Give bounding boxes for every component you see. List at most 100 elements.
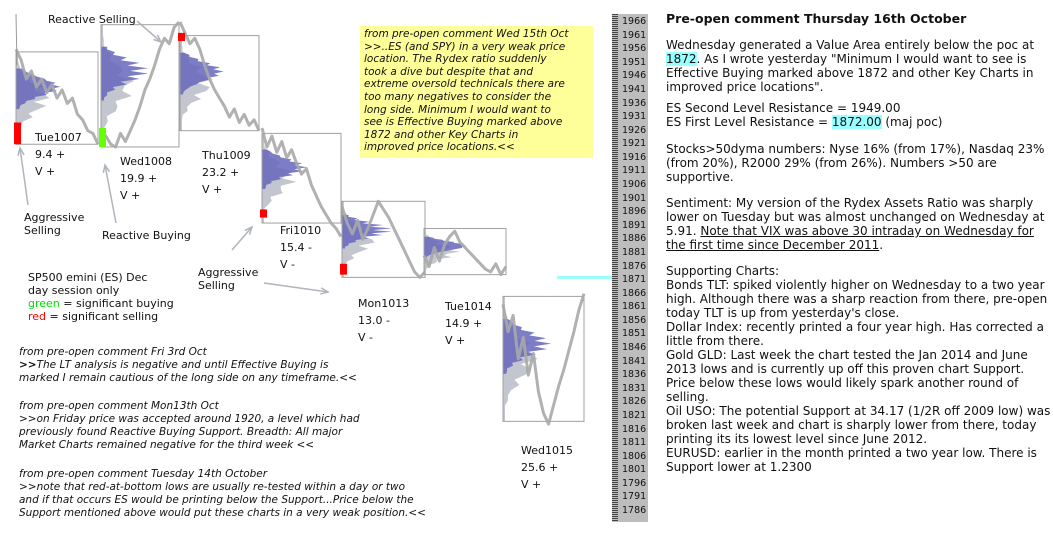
commentary-panel: Pre-open comment Thursday 16th October W… — [666, 12, 1051, 474]
y-tick-label: 1801 — [622, 464, 647, 476]
note-line-9: improved price locations.<< — [364, 141, 515, 154]
note-line-3: Support mentioned above would put these … — [19, 507, 426, 519]
session-volume: V + — [445, 334, 465, 347]
session-name: Tue1007 — [34, 131, 82, 144]
legend-item-red: red = significant selling — [28, 310, 159, 323]
y-tick-label: 1881 — [622, 246, 647, 258]
y-tick-label: 1906 — [622, 179, 647, 190]
note-line-5: too many negatives to consider the — [364, 90, 552, 103]
supporting-item: Dollar Index: recently printed a four ye… — [666, 320, 1044, 348]
supporting-item: Oil USO: The potential Support at 34.17 … — [666, 404, 1051, 446]
y-tick-label: 1806 — [622, 450, 647, 462]
supporting-item: Bonds TLT: spiked violently higher on We… — [666, 278, 1048, 320]
note-line-1: >>on Friday price was accepted around 19… — [19, 413, 360, 425]
legend-item-green: green = significant buying — [28, 297, 174, 310]
session-score: 19.9 + — [120, 172, 157, 185]
y-tick-label: 1821 — [622, 409, 647, 421]
note-line-3: took a dive but despite that and — [364, 65, 534, 78]
note-line-3: Market Charts remained negative for the … — [19, 439, 315, 451]
note-line-2: location. The Rydex ratio suddenly — [364, 53, 547, 66]
session-name: Wed1015 — [521, 444, 573, 457]
y-tick-label: 1901 — [622, 192, 647, 204]
note-line-1: >>..ES (and SPY) in a very weak price — [364, 40, 566, 53]
axis-ruler — [612, 14, 618, 522]
y-tick-label: 1871 — [622, 274, 647, 286]
price-axis: 1966 1961 1956 1951 1946 1941 1936 1931 1926 1921… — [612, 14, 648, 522]
y-tick-label: 1926 — [622, 124, 647, 136]
note-tue-14-oct: from pre-open comment Tuesday 14th Octob… — [19, 468, 426, 520]
y-tick-label: 1911 — [622, 165, 647, 177]
y-tick-label: 1966 — [622, 16, 647, 27]
annotation-aggressive-selling-2: Aggressive Selling — [198, 266, 259, 292]
session-volume: V + — [35, 165, 55, 178]
session-score: 15.4 - — [280, 241, 312, 254]
y-tick-label: 1866 — [622, 287, 647, 299]
commentary-breadth: Stocks>50dyma numbers: Nyse 16% (from 17… — [666, 142, 1045, 184]
y-tick-label: 1936 — [622, 97, 647, 109]
session-score: 14.9 + — [445, 317, 482, 330]
y-tick-label: 1846 — [622, 342, 647, 353]
y-tick-label: 1886 — [622, 233, 647, 245]
y-tick-label: 1876 — [622, 260, 647, 272]
y-tick-label: 1816 — [622, 423, 647, 435]
y-tick-label: 1856 — [622, 314, 647, 326]
session-volume: V + — [202, 183, 222, 196]
y-tick-label: 1896 — [622, 206, 647, 218]
commentary-value-area: Wednesday generated a Value Area entirel… — [666, 38, 1035, 94]
session-volume: V + — [120, 189, 140, 202]
session-volume: V - — [358, 331, 373, 344]
note-line-8: 1872 and other Key Charts in — [364, 128, 519, 141]
session-volume: V - — [280, 258, 295, 271]
y-tick-label: 1951 — [622, 56, 647, 68]
annotation-arrow — [263, 282, 329, 293]
y-tick-label: 1796 — [622, 477, 647, 489]
y-tick-label: 1861 — [622, 301, 647, 313]
session-score: 23.2 + — [202, 166, 239, 179]
y-tick-label: 1851 — [622, 328, 647, 340]
y-tick-label: 1826 — [622, 396, 647, 408]
commentary-resistance: ES Second Level Resistance = 1949.00 ES … — [666, 101, 943, 129]
session-name: Fri1010 — [280, 224, 321, 237]
session-volume: V + — [521, 478, 541, 491]
note-fri-3-oct: from pre-open comment Fri 3rd Oct >>The … — [19, 346, 357, 384]
session-name: Thu1009 — [201, 149, 251, 162]
signal-bar-green — [99, 127, 106, 147]
annotation-aggressive-selling-1: Aggressive Selling — [24, 211, 85, 237]
annotation-arrow — [231, 226, 253, 251]
y-tick-label: 1931 — [622, 111, 647, 123]
y-tick-label: 1921 — [622, 138, 647, 150]
supporting-item: Gold GLD: Last week the chart tested the… — [666, 348, 1028, 404]
y-tick-label: 1916 — [622, 151, 647, 163]
supporting-heading: Supporting Charts: — [666, 264, 780, 278]
annotation-arrow — [136, 20, 162, 43]
price-line — [422, 229, 508, 277]
supporting-item: EURUSD: earlier in the month printed a t… — [666, 446, 1037, 474]
commentary-title: Pre-open comment Thursday 16th October — [666, 11, 967, 26]
note-mon-13-oct: from pre-open comment Mon13th Oct >>on Fr… — [19, 400, 360, 452]
note-line-0: from pre-open comment Mon13th Oct — [19, 400, 219, 412]
y-tick-label: 1946 — [622, 70, 647, 82]
signal-bar-red — [260, 209, 267, 218]
note-line-0: from pre-open comment Wed 15th Oct — [364, 28, 569, 40]
signal-bar-red — [340, 263, 347, 275]
y-tick-label: 1961 — [622, 29, 647, 41]
y-tick-label: 1791 — [622, 491, 647, 503]
note-line-7: see is Effective Buying marked above — [364, 116, 563, 129]
signal-bar-red — [14, 122, 21, 145]
session-score: 25.6 + — [521, 461, 558, 474]
annotation-arrow — [19, 147, 29, 206]
note-line-6: long side. Minimum I would want to — [364, 103, 551, 116]
session-name: Wed1008 — [120, 155, 172, 168]
legend-title-line-1: SP500 emini (ES) Dec — [28, 271, 148, 284]
note-heading: from pre-open comment Fri 3rd Oct — [19, 346, 207, 358]
y-tick-label: 1811 — [622, 437, 647, 449]
y-tick-label: 1956 — [622, 43, 647, 55]
note-line-2: and if that occurs ES would be printing … — [19, 494, 414, 506]
annotation-reactive-buying: Reactive Buying — [102, 229, 191, 242]
legend-title-line-2: day session only — [28, 284, 120, 297]
y-tick-label: 1891 — [622, 219, 647, 231]
y-tick-label: 1841 — [622, 355, 647, 367]
note-wed-15-oct: from pre-open comment Wed 15th Oct >>..ES… — [360, 26, 593, 158]
y-tick-label: 1786 — [622, 505, 647, 516]
session-score: 9.4 + — [35, 148, 65, 161]
